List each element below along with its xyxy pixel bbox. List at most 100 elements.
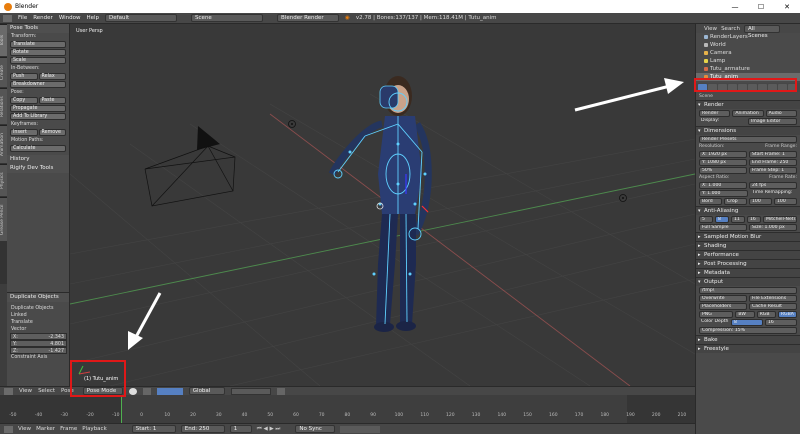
history-panel-header[interactable]: History: [7, 155, 69, 164]
breakdowner-button[interactable]: Breakdowner: [10, 81, 66, 88]
border-checkbox[interactable]: Bord: [699, 198, 722, 205]
resolution-x-field[interactable]: X: 1920 px: [699, 151, 747, 158]
animation-button[interactable]: Animation: [732, 110, 764, 117]
depth-8-button[interactable]: 8: [731, 319, 763, 326]
anti-aliasing-section-header[interactable]: Anti-Aliasing: [696, 206, 800, 216]
menu-select[interactable]: Select: [38, 388, 55, 394]
aspect-x-field[interactable]: X: 1.000: [699, 182, 747, 189]
post-processing-section-header[interactable]: Post Processing: [696, 259, 800, 269]
mode-selector[interactable]: Pose Mode: [82, 387, 123, 395]
world-tab-icon[interactable]: [728, 84, 737, 91]
tl-menu-marker[interactable]: Marker: [36, 426, 55, 432]
filter-size-field[interactable]: Size: 1.000 px: [749, 224, 797, 231]
time-new-field[interactable]: 100: [774, 198, 797, 205]
audio-button[interactable]: Audio: [765, 110, 797, 117]
menu-pose[interactable]: Pose: [61, 388, 74, 394]
add-to-library-button[interactable]: Add To Library: [10, 113, 66, 120]
push-button[interactable]: Push: [10, 73, 38, 80]
bake-section-header[interactable]: Bake: [696, 335, 800, 345]
object-tab-icon[interactable]: [738, 84, 747, 91]
character-tutu-anim[interactable]: [70, 24, 695, 386]
full-sample-checkbox[interactable]: Full Sample: [699, 224, 747, 231]
start-frame-prop-field[interactable]: Start Frame: 1: [749, 151, 797, 158]
layer-buttons[interactable]: [230, 387, 271, 395]
outliner-item-camera[interactable]: Camera: [696, 49, 800, 57]
modifiers-tab-icon[interactable]: [758, 84, 767, 91]
outliner-item-armature[interactable]: Tutu_armature: [696, 65, 800, 73]
performance-section-header[interactable]: Performance: [696, 250, 800, 260]
menu-window[interactable]: Window: [59, 15, 81, 21]
constraints-tab-icon[interactable]: [748, 84, 757, 91]
insert-keyframe-button[interactable]: Insert: [10, 129, 38, 136]
outliner-item-renderlayers[interactable]: RenderLayers: [696, 33, 800, 41]
vector-x-field[interactable]: X: -2.343: [10, 333, 67, 340]
color-rgb-button[interactable]: RGB: [756, 311, 776, 318]
remove-keyframe-button[interactable]: Remove: [38, 129, 66, 136]
file-format-selector[interactable]: PNG: [699, 311, 734, 318]
rigify-panel-header[interactable]: Rigify Dev Tools: [7, 164, 69, 173]
placeholders-checkbox[interactable]: Placeholders: [699, 303, 747, 310]
render-section-header[interactable]: Render: [696, 100, 800, 110]
menu-render[interactable]: Render: [33, 15, 53, 21]
linked-checkbox[interactable]: Linked: [7, 312, 69, 319]
current-frame-field[interactable]: 1: [229, 425, 252, 433]
editor-type-timeline-icon[interactable]: [4, 425, 13, 433]
playback-controls[interactable]: ⏮ ◀ ▶ ⏭: [257, 426, 281, 433]
motion-blur-section-header[interactable]: Sampled Motion Blur: [696, 232, 800, 242]
sync-selector[interactable]: No Sync: [295, 425, 336, 433]
tab-create[interactable]: Create: [0, 57, 7, 87]
render-engine-selector[interactable]: Blender Render: [277, 14, 340, 22]
tab-relations[interactable]: Relations: [0, 88, 7, 124]
scene-tab-icon[interactable]: [718, 84, 727, 91]
vector-z-field[interactable]: Z: -1.427: [10, 347, 67, 354]
crop-checkbox[interactable]: Crop: [724, 198, 747, 205]
display-selector[interactable]: Image Editor: [748, 118, 797, 125]
outliner-item-world[interactable]: World: [696, 41, 800, 49]
resolution-y-field[interactable]: Y: 1080 px: [699, 159, 747, 166]
tab-tools[interactable]: Tools: [0, 24, 7, 56]
tab-physics[interactable]: Physics: [0, 164, 7, 196]
minimize-button[interactable]: —: [722, 0, 748, 13]
dimensions-section-header[interactable]: Dimensions: [696, 126, 800, 136]
color-rgba-button[interactable]: RGBA: [777, 311, 798, 318]
fps-selector[interactable]: 24 fps: [749, 182, 797, 189]
tl-menu-frame[interactable]: Frame: [60, 426, 77, 432]
operator-title[interactable]: Duplicate Objects: [7, 293, 69, 302]
shading-section-header[interactable]: Shading: [696, 241, 800, 251]
scene-selector[interactable]: Scene: [191, 14, 264, 22]
copy-pose-button[interactable]: Copy: [10, 97, 38, 104]
tab-animation[interactable]: Animation: [0, 125, 7, 163]
manipulator-icon[interactable]: [156, 387, 183, 395]
editor-type-3d-icon[interactable]: [4, 387, 13, 395]
frame-step-field[interactable]: Frame Step: 1: [749, 167, 797, 174]
propagate-button[interactable]: Propagate: [10, 105, 66, 112]
outliner-search-menu[interactable]: Search: [721, 26, 740, 32]
resolution-percent-field[interactable]: 50%: [699, 167, 747, 174]
cache-result-checkbox[interactable]: Cache Result: [749, 303, 797, 310]
start-frame-field[interactable]: Start: 1: [131, 425, 176, 433]
depth-16-button[interactable]: 16: [765, 319, 797, 326]
bone-tab-icon[interactable]: [778, 84, 787, 91]
color-bw-button[interactable]: BW: [735, 311, 755, 318]
maximize-button[interactable]: ☐: [748, 0, 774, 13]
3d-viewport[interactable]: User Persp (1) Tutu_anim: [70, 24, 695, 386]
compression-field[interactable]: Compression: 15%: [699, 327, 797, 334]
scale-button[interactable]: Scale: [10, 57, 66, 64]
aa-samples-11[interactable]: 11: [731, 216, 745, 223]
output-section-header[interactable]: Output: [696, 277, 800, 287]
metadata-section-header[interactable]: Metadata: [696, 268, 800, 278]
relax-button[interactable]: Relax: [38, 73, 66, 80]
orientation-selector[interactable]: Global: [188, 387, 225, 395]
tl-menu-view[interactable]: View: [18, 426, 31, 432]
keying-icons[interactable]: [340, 425, 381, 433]
tl-menu-playback[interactable]: Playback: [82, 426, 107, 432]
end-frame-field[interactable]: End: 250: [180, 425, 225, 433]
aa-samples-8[interactable]: 8: [715, 216, 729, 223]
render-tab-icon[interactable]: [698, 84, 707, 91]
paste-pose-button[interactable]: Paste: [38, 97, 66, 104]
outliner-scope-selector[interactable]: All Scenes: [743, 24, 780, 39]
outliner-view-menu[interactable]: View: [704, 26, 717, 32]
outliner-item-lamp[interactable]: Lamp: [696, 57, 800, 65]
outliner-item-tutu-anim[interactable]: Tutu_anim: [696, 73, 800, 81]
aa-samples-16[interactable]: 16: [747, 216, 761, 223]
